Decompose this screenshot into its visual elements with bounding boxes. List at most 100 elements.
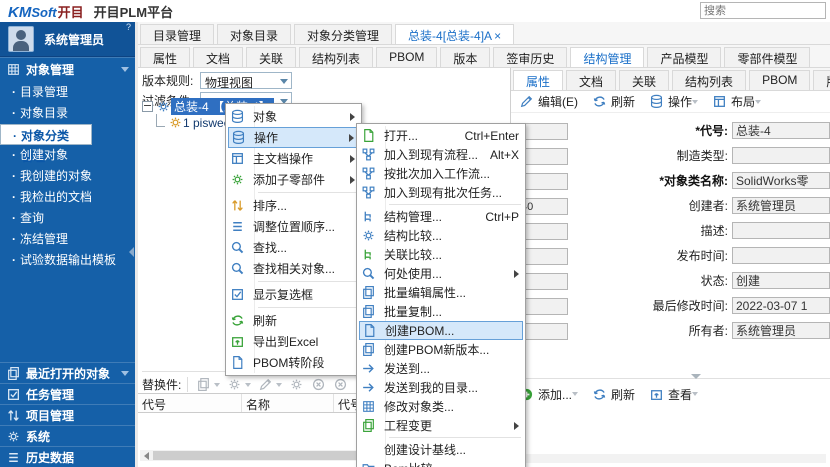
tab-structure-list[interactable]: 结构列表 xyxy=(299,47,373,67)
add-button[interactable]: 添加... xyxy=(519,386,578,403)
menu-item-find[interactable]: 查找... xyxy=(228,237,359,258)
bottom-scroll-strip[interactable] xyxy=(513,454,826,463)
copy-disabled-icon[interactable] xyxy=(196,377,211,392)
tab-documents[interactable]: 文档 xyxy=(193,47,243,67)
tab-attributes[interactable]: 属性 xyxy=(140,47,190,67)
creator-field[interactable] xyxy=(732,197,830,214)
remove-disabled-icon[interactable] xyxy=(311,377,326,392)
submenu-item-create-pbom[interactable]: 创建PBOM... xyxy=(359,321,523,340)
tab-product-model[interactable]: 产品模型 xyxy=(647,47,721,67)
menu-item-adjust-order[interactable]: 调整位置顺序... xyxy=(228,216,359,237)
refresh-button[interactable]: 刷新 xyxy=(592,386,635,403)
chevron-down-icon[interactable] xyxy=(121,371,129,376)
sidebar-item-query[interactable]: 查询 xyxy=(0,208,135,229)
tab-version[interactable]: 版本 xyxy=(813,70,830,90)
sidebar-item-object-catalog[interactable]: 对象目录 xyxy=(0,103,135,124)
sidebar-item-create-object[interactable]: 创建对象 xyxy=(0,145,135,166)
submenu-item-where-used[interactable]: 何处使用... xyxy=(359,264,523,283)
menu-item-object[interactable]: 对象 xyxy=(228,106,359,127)
close-icon[interactable]: × xyxy=(494,29,501,43)
description-field[interactable] xyxy=(732,222,830,239)
sidebar-item-my-checked-out-docs[interactable]: 我检出的文档 xyxy=(0,187,135,208)
global-search-input[interactable] xyxy=(700,2,826,19)
sidebar-item-freeze-management[interactable]: 冻结管理 xyxy=(0,229,135,250)
sidebar-section-project-management[interactable]: 项目管理 xyxy=(0,404,135,425)
chevron-down-icon[interactable] xyxy=(245,383,251,387)
sidebar-item-test-data-template[interactable]: 试验数据输出模板 xyxy=(0,250,135,271)
object-class-field[interactable] xyxy=(732,172,830,189)
tab-object-classification[interactable]: 对象分类管理 xyxy=(294,24,392,44)
tab-pbom[interactable]: PBOM xyxy=(376,47,437,67)
manufacture-type-field[interactable] xyxy=(732,147,830,164)
view-button[interactable]: 查看 xyxy=(649,386,698,403)
sidebar-section-object-management[interactable]: 对象管理 xyxy=(0,57,135,80)
user-avatar[interactable] xyxy=(8,26,34,52)
submenu-item-add-to-flow[interactable]: 加入到现有流程...Alt+X xyxy=(359,145,523,164)
sidebar-section-history-data[interactable]: 历史数据 xyxy=(0,446,135,467)
menu-item-add-child-part[interactable]: 添加子零部件 xyxy=(228,169,359,190)
sidebar-item-my-created-objects[interactable]: 我创建的对象 xyxy=(0,166,135,187)
code-field[interactable] xyxy=(732,122,830,139)
menu-item-export-excel[interactable]: 导出到Excel xyxy=(228,331,359,352)
submenu-item-create-pbom-version[interactable]: 创建PBOM新版本... xyxy=(359,340,523,359)
submenu-item-batch-edit[interactable]: 批量编辑属性... xyxy=(359,283,523,302)
operate-button[interactable]: 操作 xyxy=(649,93,698,110)
menu-item-show-checkbox[interactable]: 显示复选框 xyxy=(228,284,359,305)
chevron-down-icon[interactable] xyxy=(276,383,282,387)
submenu-item-modify-object-class[interactable]: 修改对象类... xyxy=(359,397,523,416)
submenu-item-relation-compare[interactable]: 关联比较... xyxy=(359,245,523,264)
edit-button[interactable]: 编辑(E) xyxy=(519,93,578,110)
chevron-down-icon[interactable] xyxy=(214,383,220,387)
submenu-item-open[interactable]: 打开...Ctrl+Enter xyxy=(359,126,523,145)
submenu-item-add-batch-task[interactable]: 加入到现有批次任务... xyxy=(359,183,523,202)
tab-structure-list[interactable]: 结构列表 xyxy=(672,70,746,90)
submenu-item-structure-management[interactable]: 结构管理...Ctrl+P xyxy=(359,207,523,226)
tab-relations[interactable]: 关联 xyxy=(246,47,296,67)
remove-all-disabled-icon[interactable] xyxy=(333,377,348,392)
sidebar-item-object-classification[interactable]: 对象分类管理 xyxy=(0,124,92,145)
last-modified-field[interactable] xyxy=(732,297,830,314)
submenu-item-batch-workflow[interactable]: 按批次加入工作流... xyxy=(359,164,523,183)
owner-field[interactable] xyxy=(732,322,830,339)
tab-assembly-4[interactable]: 总装-4[总装-4]A× xyxy=(395,24,514,44)
menu-item-pbom-phase[interactable]: PBOM转阶段 xyxy=(228,352,359,373)
tab-documents[interactable]: 文档 xyxy=(566,70,616,90)
tab-catalog-management[interactable]: 目录管理 xyxy=(140,24,214,44)
sidebar-section-task-management[interactable]: 任务管理 xyxy=(0,383,135,404)
submenu-item-engineering-change[interactable]: 工程变更 xyxy=(359,416,523,435)
submenu-item-create-baseline[interactable]: 创建设计基线... xyxy=(359,440,523,459)
tab-attributes[interactable]: 属性 xyxy=(513,70,563,90)
sidebar-section-recent-objects[interactable]: 最近打开的对象 xyxy=(0,362,135,383)
tab-version[interactable]: 版本 xyxy=(440,47,490,67)
column-name[interactable]: 名称 xyxy=(242,394,334,412)
publish-time-field[interactable] xyxy=(732,247,830,264)
tab-object-catalog[interactable]: 对象目录 xyxy=(217,24,291,44)
sidebar-collapse-handle[interactable] xyxy=(129,247,134,257)
menu-item-main-document[interactable]: 主文档操作 xyxy=(228,148,359,169)
gear-disabled-icon[interactable] xyxy=(227,377,242,392)
layout-button[interactable]: 布局 xyxy=(712,93,761,110)
tab-pbom[interactable]: PBOM xyxy=(749,70,810,90)
tab-structure-management[interactable]: 结构管理 xyxy=(570,47,644,67)
menu-item-refresh[interactable]: 刷新 xyxy=(228,310,359,331)
sidebar-section-system[interactable]: 系统 xyxy=(0,425,135,446)
panel-divider[interactable] xyxy=(511,378,830,379)
submenu-item-bom-compare[interactable]: Bom比较 xyxy=(359,459,523,467)
column-code[interactable]: 代号 xyxy=(138,394,242,412)
tab-part-model[interactable]: 零部件模型 xyxy=(724,47,810,67)
scroll-left-icon[interactable] xyxy=(144,452,149,460)
edit-disabled-icon[interactable] xyxy=(258,377,273,392)
menu-item-operate[interactable]: 操作 xyxy=(228,127,359,148)
gear2-disabled-icon[interactable] xyxy=(289,377,304,392)
submenu-item-structure-compare[interactable]: 结构比较... xyxy=(359,226,523,245)
status-field[interactable] xyxy=(732,272,830,289)
tab-sign-history[interactable]: 签审历史 xyxy=(493,47,567,67)
submenu-item-send-to[interactable]: 发送到... xyxy=(359,359,523,378)
submenu-item-send-to-my-catalog[interactable]: 发送到我的目录... xyxy=(359,378,523,397)
refresh-button[interactable]: 刷新 xyxy=(592,93,635,110)
tab-relations[interactable]: 关联 xyxy=(619,70,669,90)
submenu-item-batch-copy[interactable]: 批量复制... xyxy=(359,302,523,321)
divider-handle-icon[interactable] xyxy=(691,374,701,379)
sidebar-item-catalog-management[interactable]: 目录管理 xyxy=(0,82,135,103)
version-rule-select[interactable]: 物理视图 xyxy=(200,72,292,89)
